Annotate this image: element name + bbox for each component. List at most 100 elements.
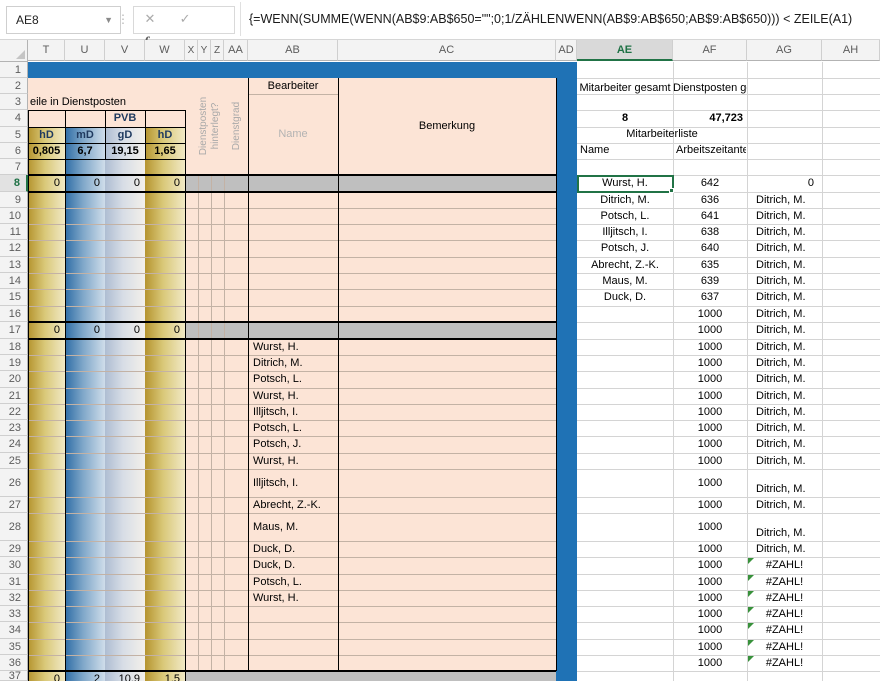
arbeitszeit-cell[interactable]: 1000 bbox=[673, 622, 747, 639]
row-header-36[interactable]: 36 bbox=[0, 655, 28, 671]
row-header-23[interactable]: 23 bbox=[0, 420, 28, 436]
grade-value[interactable]: 0,805 bbox=[29, 144, 64, 158]
band-value-cell[interactable]: 0 bbox=[145, 176, 180, 190]
band-value-cell[interactable]: 2 bbox=[65, 672, 100, 681]
arbeitszeit-cell[interactable]: 636 bbox=[673, 192, 747, 208]
row-header-28[interactable]: 28 bbox=[0, 513, 28, 541]
bearbeiter-ref-cell[interactable]: Ditrich, M. bbox=[756, 289, 820, 306]
row-header-29[interactable]: 29 bbox=[0, 541, 28, 557]
row-header-32[interactable]: 32 bbox=[0, 590, 28, 606]
arbeitszeit-cell[interactable]: 1000 bbox=[673, 639, 747, 655]
row-header-25[interactable]: 25 bbox=[0, 453, 28, 469]
arbeitszeit-cell[interactable]: 640 bbox=[673, 240, 747, 257]
mitarbeiter-name-cell[interactable]: Illjitsch, I. bbox=[577, 224, 673, 240]
row-header-8[interactable]: 8 bbox=[0, 175, 28, 192]
row-header-19[interactable]: 19 bbox=[0, 355, 28, 371]
row-header-1[interactable]: 1 bbox=[0, 62, 28, 78]
mitarbeiter-name-cell[interactable]: Potsch, L. bbox=[577, 208, 673, 224]
arbeitszeit-cell[interactable]: 637 bbox=[673, 289, 747, 306]
row-header-6[interactable]: 6 bbox=[0, 143, 28, 159]
bearbeiter-ref-cell[interactable]: Ditrich, M. bbox=[756, 355, 820, 371]
band-value-cell[interactable]: 0 bbox=[105, 323, 140, 337]
bearbeiter-ref-cell[interactable]: Ditrich, M. bbox=[756, 371, 820, 388]
arbeitszeit-cell[interactable]: 638 bbox=[673, 224, 747, 240]
bearbeiter-name-cell[interactable]: Duck, D. bbox=[253, 557, 333, 574]
column-header-X[interactable]: X bbox=[185, 40, 198, 61]
row-header-17[interactable]: 17 bbox=[0, 322, 28, 339]
error-cell[interactable]: #ZAHL! bbox=[747, 590, 822, 606]
bearbeiter-ref-cell[interactable]: Ditrich, M. bbox=[756, 240, 820, 257]
column-header-T[interactable]: T bbox=[28, 40, 65, 61]
row-header-3[interactable]: 3 bbox=[0, 94, 28, 110]
error-cell[interactable]: #ZAHL! bbox=[747, 622, 822, 639]
band-value-cell[interactable]: 0 bbox=[65, 176, 100, 190]
error-cell[interactable]: #ZAHL! bbox=[747, 639, 822, 655]
column-header-U[interactable]: U bbox=[65, 40, 105, 61]
row-header-2[interactable]: 2 bbox=[0, 78, 28, 94]
row-header-10[interactable]: 10 bbox=[0, 208, 28, 224]
bearbeiter-name-cell[interactable]: Potsch, L. bbox=[253, 574, 333, 590]
row-header-34[interactable]: 34 bbox=[0, 622, 28, 639]
bearbeiter-ref-cell[interactable]: Ditrich, M. bbox=[756, 420, 820, 436]
arbeitszeit-cell[interactable]: 642 bbox=[673, 175, 747, 192]
fill-handle[interactable] bbox=[669, 188, 674, 193]
arbeitszeit-cell[interactable]: 1000 bbox=[673, 355, 747, 371]
grade-value[interactable]: 19,15 bbox=[106, 144, 144, 158]
row-header-20[interactable]: 20 bbox=[0, 371, 28, 388]
bearbeiter-ref-cell[interactable]: Ditrich, M. bbox=[756, 481, 820, 497]
bearbeiter-name-cell[interactable]: Illjitsch, I. bbox=[253, 404, 333, 420]
column-header-Y[interactable]: Y bbox=[198, 40, 211, 61]
arbeitszeit-cell[interactable]: 1000 bbox=[673, 469, 747, 497]
arbeitszeit-cell[interactable]: 1000 bbox=[673, 388, 747, 404]
bearbeiter-ref-cell[interactable]: Ditrich, M. bbox=[756, 388, 820, 404]
row-header-30[interactable]: 30 bbox=[0, 557, 28, 574]
bearbeiter-name-cell[interactable]: Duck, D. bbox=[253, 541, 333, 557]
row-header-26[interactable]: 26 bbox=[0, 469, 28, 497]
bearbeiter-name-cell[interactable]: Abrecht, Z.-K. bbox=[253, 497, 333, 513]
bearbeiter-ref-cell[interactable]: Ditrich, M. bbox=[756, 322, 820, 339]
mitarbeiter-name-cell[interactable]: Duck, D. bbox=[577, 289, 673, 306]
row-header-31[interactable]: 31 bbox=[0, 574, 28, 590]
mitarbeiter-name-cell[interactable]: Maus, M. bbox=[577, 273, 673, 289]
bearbeiter-ref-cell[interactable]: Ditrich, M. bbox=[756, 497, 820, 513]
row-header-35[interactable]: 35 bbox=[0, 639, 28, 655]
row-header-27[interactable]: 27 bbox=[0, 497, 28, 513]
column-header-AD[interactable]: AD bbox=[556, 40, 577, 61]
extra-value-cell[interactable]: 0 bbox=[747, 175, 814, 192]
row-header-37[interactable]: 37 bbox=[0, 671, 28, 681]
arbeitszeit-cell[interactable]: 1000 bbox=[673, 590, 747, 606]
arbeitszeit-cell[interactable]: 1000 bbox=[673, 404, 747, 420]
mitarbeiter-name-cell[interactable]: Abrecht, Z.-K. bbox=[577, 257, 673, 273]
band-value-cell[interactable]: 1,5 bbox=[145, 672, 180, 681]
column-header-AC[interactable]: AC bbox=[338, 40, 556, 61]
row-header-33[interactable]: 33 bbox=[0, 606, 28, 622]
column-header-AH[interactable]: AH bbox=[822, 40, 880, 61]
bearbeiter-ref-cell[interactable]: Ditrich, M. bbox=[756, 339, 820, 355]
formula-input[interactable]: {=WENN(SUMME(WENN(AB$9:AB$650="";0;1/ZÄH… bbox=[249, 0, 877, 38]
arbeitszeit-cell[interactable]: 1000 bbox=[673, 322, 747, 339]
row-header-12[interactable]: 12 bbox=[0, 240, 28, 257]
band-value-cell[interactable]: 0 bbox=[145, 323, 180, 337]
bearbeiter-ref-cell[interactable]: Ditrich, M. bbox=[756, 453, 820, 469]
bearbeiter-name-cell[interactable]: Potsch, L. bbox=[253, 371, 333, 388]
bearbeiter-name-cell[interactable]: Wurst, H. bbox=[253, 590, 333, 606]
name-box[interactable]: AE8 ▼ bbox=[6, 6, 121, 34]
error-cell[interactable]: #ZAHL! bbox=[747, 606, 822, 622]
arbeitszeit-cell[interactable]: 1000 bbox=[673, 513, 747, 541]
column-header-AG[interactable]: AG bbox=[747, 40, 822, 61]
band-value-cell[interactable]: 0 bbox=[28, 672, 60, 681]
column-header-AB[interactable]: AB bbox=[248, 40, 338, 61]
bearbeiter-ref-cell[interactable]: Ditrich, M. bbox=[756, 273, 820, 289]
mitarbeiter-name-cell[interactable]: Ditrich, M. bbox=[577, 192, 673, 208]
bearbeiter-ref-cell[interactable]: Ditrich, M. bbox=[756, 436, 820, 453]
bearbeiter-ref-cell[interactable]: Ditrich, M. bbox=[756, 224, 820, 240]
bearbeiter-name-cell[interactable]: Maus, M. bbox=[253, 513, 333, 541]
bearbeiter-ref-cell[interactable]: Ditrich, M. bbox=[756, 257, 820, 273]
dienstposten-gesamt-value[interactable]: 47,723 bbox=[673, 110, 743, 126]
arbeitszeit-cell[interactable]: 1000 bbox=[673, 557, 747, 574]
arbeitszeit-cell[interactable]: 1000 bbox=[673, 541, 747, 557]
row-header-15[interactable]: 15 bbox=[0, 289, 28, 306]
column-header-AF[interactable]: AF bbox=[673, 40, 747, 61]
bearbeiter-name-cell[interactable]: Wurst, H. bbox=[253, 388, 333, 404]
bearbeiter-name-cell[interactable]: Ditrich, M. bbox=[253, 355, 333, 371]
